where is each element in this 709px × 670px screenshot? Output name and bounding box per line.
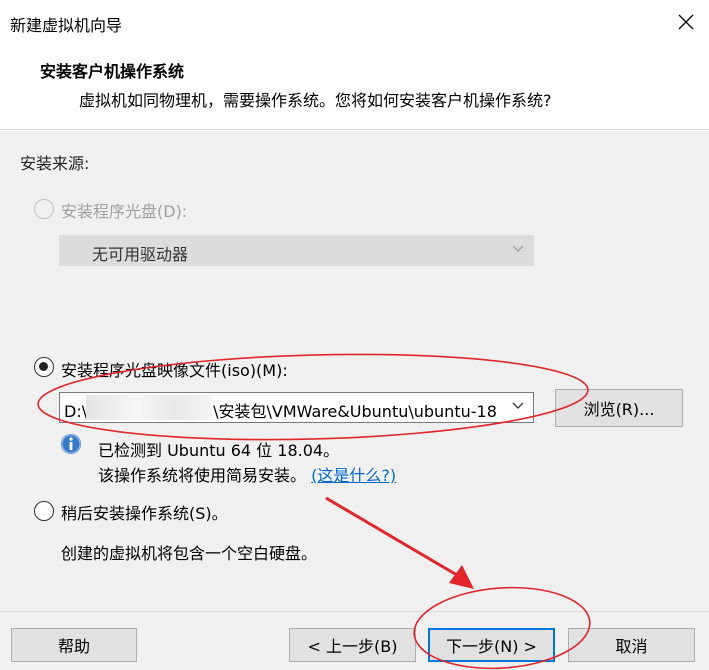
disc-drive-select[interactable]: 无可用驱动器 — [59, 235, 534, 266]
wizard-header: 安装客户机操作系统 虚拟机如同物理机，需要操作系统。您将如何安装客户机操作系统? — [0, 44, 709, 130]
disc-drive-value: 无可用驱动器 — [92, 245, 189, 264]
wizard-footer: 帮助 < 上一步(B) 下一步(N) > 取消 — [0, 611, 709, 670]
later-option-label: 稍后安装操作系统(S)。 — [61, 504, 228, 523]
detected-os-text: 已检测到 Ubuntu 64 位 18.04。 — [98, 441, 340, 460]
help-button[interactable]: 帮助 — [11, 628, 137, 662]
what-is-this-link[interactable]: (这是什么?) — [311, 466, 396, 485]
cancel-button[interactable]: 取消 — [568, 628, 695, 662]
browse-button[interactable]: 浏览(R)... — [555, 389, 683, 427]
close-icon — [678, 14, 694, 30]
next-button[interactable]: 下一步(N) > — [428, 628, 555, 662]
chevron-down-icon[interactable] — [511, 398, 525, 412]
radio-selected-dot — [39, 362, 48, 371]
page-description: 虚拟机如同物理机，需要操作系统。您将如何安装客户机操作系统? — [79, 91, 552, 110]
disc-option-label: 安装程序光盘(D): — [61, 202, 188, 221]
title-bar: 新建虚拟机向导 — [0, 0, 709, 44]
easy-install-text: 该操作系统将使用简易安装。 (这是什么?) — [98, 466, 397, 485]
iso-option-label: 安装程序光盘映像文件(iso)(M): — [61, 361, 288, 380]
later-radio[interactable] — [34, 501, 54, 521]
iso-path-combobox[interactable]: D:\ \安装包\VMWare&Ubuntu\ubuntu-18 — [59, 392, 534, 423]
chevron-down-icon — [512, 245, 524, 252]
later-description: 创建的虚拟机将包含一个空白硬盘。 — [61, 544, 318, 563]
window-title: 新建虚拟机向导 — [10, 16, 123, 35]
close-button[interactable] — [663, 0, 709, 44]
redacted-path-segment — [86, 395, 212, 420]
disc-radio[interactable] — [34, 199, 54, 219]
info-icon — [61, 434, 81, 454]
back-button[interactable]: < 上一步(B) — [289, 628, 416, 662]
install-source-label: 安装来源: — [20, 154, 90, 173]
wizard-content: 安装来源: 安装程序光盘(D): 无可用驱动器 安装程序光盘映像文件(iso)(… — [0, 131, 709, 611]
iso-radio[interactable] — [34, 357, 54, 377]
page-title: 安装客户机操作系统 — [40, 62, 185, 81]
